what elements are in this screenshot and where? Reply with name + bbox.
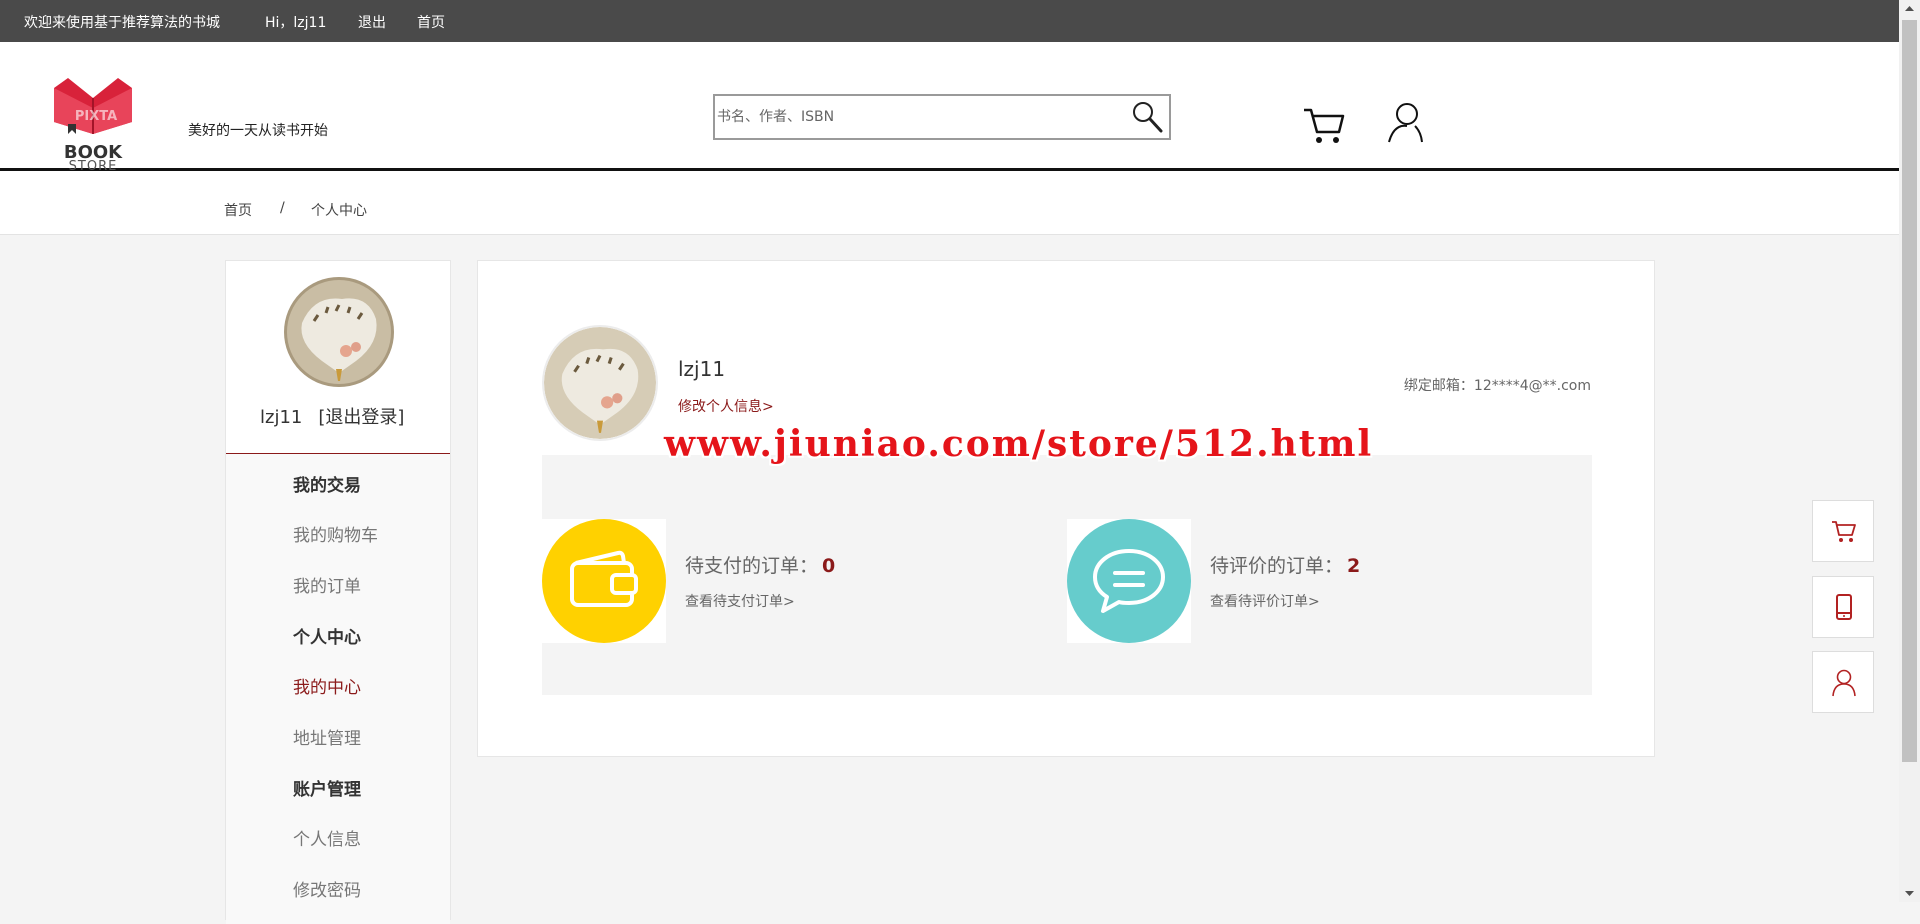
sidebar-item-orders[interactable]: 我的订单 xyxy=(293,572,361,597)
pending-payment-label: 待支付的订单： 0 xyxy=(685,555,836,577)
sidebar-avatar[interactable] xyxy=(284,277,394,387)
view-pending-payment-link[interactable]: 查看待支付订单> xyxy=(685,591,795,611)
top-bar: 欢迎来使用基于推荐算法的书城 Hi，lzj11 退出 首页 xyxy=(0,0,1899,42)
watermark-text: www.jiuniao.com/store/512.html xyxy=(664,423,1374,465)
phone-icon xyxy=(1836,594,1852,620)
slogan: 美好的一天从读书开始 xyxy=(188,123,328,139)
bookstore-logo[interactable]: BOOK STORE PIXTA xyxy=(46,72,141,174)
scroll-down-arrow[interactable] xyxy=(1899,885,1920,902)
breadcrumb-home[interactable]: 首页 xyxy=(224,200,252,220)
cart-icon xyxy=(1832,521,1856,542)
pending-review-card: 待评价的订单： 2 查看待评价订单> xyxy=(1067,519,1567,643)
profile-avatar[interactable] xyxy=(542,325,658,441)
pending-payment-card: 待支付的订单： 0 查看待支付订单> xyxy=(542,519,1042,643)
chevron-down-icon xyxy=(1905,891,1914,896)
breadcrumb: 首页 / 个人中心 xyxy=(0,171,1899,235)
logo-watermark: PIXTA xyxy=(75,109,117,124)
sidebar-item-address[interactable]: 地址管理 xyxy=(293,724,361,749)
breadcrumb-separator: / xyxy=(280,200,285,216)
sidebar: lzj11 [退出登录] 我的交易 我的购物车 我的订单 个人中心 我的中心 地址… xyxy=(225,260,451,924)
scroll-thumb[interactable] xyxy=(1902,20,1917,762)
bound-email: 绑定邮箱：12****4@**.com xyxy=(1404,375,1591,395)
header-user-button[interactable] xyxy=(1386,102,1424,144)
sidebar-username: lzj11 xyxy=(260,407,303,428)
logo-text-sub: STORE xyxy=(69,159,118,170)
menu-group-account: 账户管理 xyxy=(293,780,361,800)
welcome-text: 欢迎来使用基于推荐算法的书城 xyxy=(24,15,220,31)
cart-icon xyxy=(1304,108,1345,143)
page-scrollbar[interactable] xyxy=(1899,0,1920,902)
logout-link[interactable]: 退出 xyxy=(358,12,386,32)
search-icon xyxy=(1133,102,1163,133)
pending-review-label: 待评价的订单： 2 xyxy=(1210,555,1361,577)
wallet-icon xyxy=(542,519,666,643)
book-logo-icon: BOOK STORE PIXTA xyxy=(54,78,132,174)
wallet-icon-box[interactable] xyxy=(542,519,666,643)
sidebar-menu: 我的交易 我的购物车 我的订单 个人中心 我的中心 地址管理 账户管理 个人信息… xyxy=(226,453,450,924)
avatar-image xyxy=(544,327,656,439)
profile-name: lzj11 xyxy=(678,357,726,381)
chat-icon xyxy=(1067,519,1191,643)
search-input[interactable] xyxy=(717,96,1117,138)
email-label: 绑定邮箱： xyxy=(1403,378,1474,394)
pending-review-count: 2 xyxy=(1347,555,1361,577)
order-summary: 待支付的订单： 0 查看待支付订单> 待评价的订单： 2 查看待评价订单> xyxy=(542,455,1592,695)
sidebar-logout-link[interactable]: [退出登录] xyxy=(318,407,404,428)
float-cart-button[interactable] xyxy=(1812,500,1874,562)
search-bar xyxy=(713,94,1171,140)
header-cart-button[interactable] xyxy=(1302,104,1346,146)
sidebar-item-password[interactable]: 修改密码 xyxy=(293,876,361,901)
sidebar-user: lzj11 [退出登录] xyxy=(260,403,404,429)
user-center-panel: lzj11 修改个人信息> 绑定邮箱：12****4@**.com 待支付的订单… xyxy=(477,260,1655,757)
user-greeting[interactable]: Hi，lzj11 xyxy=(265,12,326,32)
breadcrumb-current: 个人中心 xyxy=(311,203,367,219)
scroll-up-arrow[interactable] xyxy=(1899,0,1920,17)
float-user-button[interactable] xyxy=(1812,651,1874,713)
float-phone-button[interactable] xyxy=(1812,576,1874,638)
chat-icon-box[interactable] xyxy=(1067,519,1191,643)
view-pending-review-link[interactable]: 查看待评价订单> xyxy=(1210,591,1320,611)
email-value: 12****4@**.com xyxy=(1473,378,1591,394)
menu-group-trade: 我的交易 xyxy=(293,476,361,496)
avatar-image xyxy=(284,277,394,387)
menu-group-personal: 个人中心 xyxy=(293,628,361,648)
sidebar-item-cart[interactable]: 我的购物车 xyxy=(293,521,378,546)
pending-payment-count: 0 xyxy=(822,555,836,577)
sidebar-item-profile[interactable]: 个人信息 xyxy=(293,825,361,850)
home-link[interactable]: 首页 xyxy=(417,12,445,32)
user-icon xyxy=(1832,669,1856,697)
search-button[interactable] xyxy=(1129,99,1165,135)
chevron-up-icon xyxy=(1905,6,1914,11)
site-header: BOOK STORE PIXTA 美好的一天从读书开始 xyxy=(0,42,1899,174)
sidebar-item-my-center[interactable]: 我的中心 xyxy=(293,673,361,698)
edit-profile-link[interactable]: 修改个人信息> xyxy=(678,396,774,416)
user-icon xyxy=(1388,103,1423,143)
